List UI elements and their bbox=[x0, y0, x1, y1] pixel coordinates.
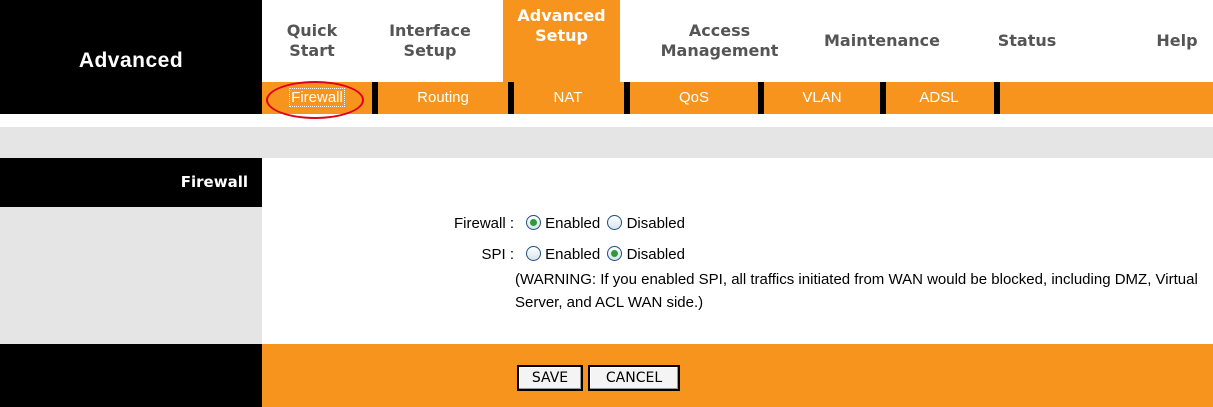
subnav-qos[interactable]: QoS bbox=[630, 82, 758, 114]
subnav-nat[interactable]: NAT bbox=[514, 82, 622, 114]
footer-bar bbox=[262, 344, 1213, 407]
nav-access-management[interactable]: Access Management bbox=[642, 0, 797, 82]
subnav-routing[interactable]: Routing bbox=[378, 82, 508, 114]
spi-disabled-radio[interactable] bbox=[607, 246, 623, 261]
sub-nav: Firewall Routing NAT QoS VLAN ADSL bbox=[262, 82, 1213, 114]
save-button[interactable]: SAVE bbox=[517, 365, 583, 391]
spi-label: SPI : bbox=[481, 246, 514, 263]
subnav-nat-label: NAT bbox=[553, 89, 583, 106]
subnav-vlan[interactable]: VLAN bbox=[764, 82, 880, 114]
nav-interface-setup-line2: Setup bbox=[403, 41, 457, 60]
firewall-enabled-label: Enabled bbox=[545, 215, 601, 232]
spacer-band bbox=[0, 127, 1213, 158]
brand-panel: Advanced bbox=[0, 0, 262, 114]
section-sidebar bbox=[0, 207, 262, 344]
nav-quick-start-line1: Quick bbox=[286, 21, 338, 40]
subnav-qos-label: QoS bbox=[678, 89, 709, 106]
subnav-divider bbox=[994, 82, 1000, 114]
subnav-vlan-label: VLAN bbox=[802, 89, 842, 106]
spi-warning-text: (WARNING: If you enabled SPI, all traffi… bbox=[515, 271, 1198, 311]
cancel-button[interactable]: CANCEL bbox=[588, 365, 680, 391]
nav-advanced-setup[interactable]: Advanced Setup bbox=[503, 0, 620, 82]
nav-access-management-line1: Access bbox=[688, 21, 751, 40]
subnav-routing-label: Routing bbox=[417, 89, 469, 106]
nav-interface-setup[interactable]: Interface Setup bbox=[370, 0, 490, 82]
nav-access-management-line2: Management bbox=[660, 41, 779, 60]
spi-enabled-label: Enabled bbox=[545, 246, 601, 263]
nav-help-label: Help bbox=[1156, 31, 1198, 50]
nav-maintenance[interactable]: Maintenance bbox=[812, 0, 952, 82]
firewall-label: Firewall : bbox=[453, 215, 514, 232]
nav-quick-start[interactable]: Quick Start bbox=[262, 0, 362, 82]
spi-disabled-label: Disabled bbox=[626, 246, 685, 263]
spi-radio-group: Enabled Disabled bbox=[526, 246, 688, 263]
brand-title-wrap: Advanced bbox=[0, 0, 262, 82]
nav-status[interactable]: Status bbox=[982, 0, 1072, 82]
nav-maintenance-label: Maintenance bbox=[823, 31, 940, 50]
brand-title: Advanced bbox=[78, 49, 184, 72]
main-nav: Quick Start Interface Setup Advanced Set… bbox=[262, 0, 1213, 82]
spi-enabled-radio[interactable] bbox=[526, 246, 541, 261]
nav-advanced-setup-line2: Setup bbox=[535, 26, 588, 45]
highlight-circle bbox=[266, 81, 364, 119]
nav-interface-setup-line1: Interface bbox=[389, 21, 471, 40]
nav-status-label: Status bbox=[997, 31, 1057, 50]
footer-sidebar bbox=[0, 344, 262, 407]
nav-help[interactable]: Help bbox=[1142, 0, 1212, 82]
nav-quick-start-line2: Start bbox=[289, 41, 335, 60]
firewall-disabled-label: Disabled bbox=[626, 215, 685, 232]
nav-advanced-setup-line1: Advanced bbox=[517, 6, 606, 25]
section-header: Firewall bbox=[0, 158, 262, 207]
section-title: Firewall bbox=[180, 173, 248, 191]
subnav-adsl[interactable]: ADSL bbox=[886, 82, 992, 114]
firewall-enabled-radio[interactable] bbox=[526, 215, 541, 230]
subnav-adsl-label: ADSL bbox=[919, 89, 959, 106]
firewall-radio-group: Enabled Disabled bbox=[526, 215, 688, 232]
firewall-disabled-radio[interactable] bbox=[607, 215, 623, 230]
